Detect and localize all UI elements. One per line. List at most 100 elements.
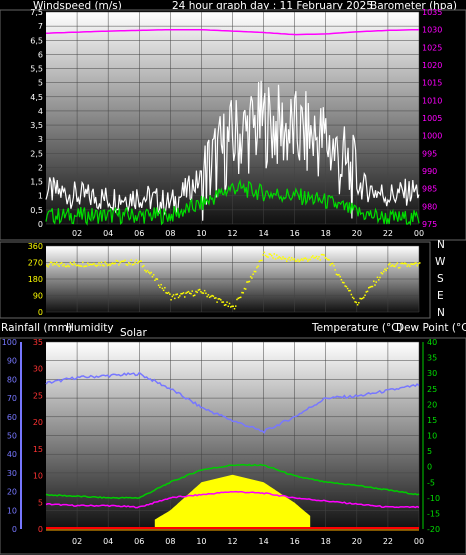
direction-point bbox=[177, 296, 180, 299]
direction-point bbox=[284, 257, 287, 260]
humidity-y-tick: 20 bbox=[7, 488, 17, 497]
direction-point bbox=[254, 270, 257, 273]
direction-point bbox=[382, 270, 385, 273]
direction-panel: 0 90 180 270 360 bbox=[0, 241, 431, 319]
barometer-y-tick: 1030 bbox=[422, 26, 442, 35]
wind-x-tick: 18 bbox=[321, 229, 331, 238]
barometer-y-tick: 1010 bbox=[422, 96, 442, 105]
direction-point bbox=[136, 262, 139, 264]
direction-point bbox=[174, 297, 176, 300]
wind-x-tick: 08 bbox=[165, 229, 175, 238]
direction-point bbox=[416, 264, 419, 267]
direction-point bbox=[99, 264, 101, 267]
direction-point bbox=[279, 257, 282, 259]
dewpoint-label: Dew Point (°C) bbox=[396, 322, 466, 334]
wind-x-tick: 16 bbox=[290, 229, 300, 238]
direction-point bbox=[285, 260, 288, 262]
direction-point bbox=[405, 263, 407, 265]
direction-point bbox=[114, 262, 116, 265]
direction-point bbox=[328, 259, 330, 261]
direction-point bbox=[363, 296, 365, 299]
direction-point bbox=[312, 255, 314, 257]
climate-x-tick: 16 bbox=[290, 537, 300, 546]
rainfall-label: Rainfall (mm) bbox=[1, 322, 72, 334]
humidity-y-tick: 60 bbox=[7, 413, 17, 422]
barometer-y-tick: 985 bbox=[422, 185, 437, 194]
humidity-y-tick: 0 bbox=[12, 525, 17, 534]
humidity-y-tick: 70 bbox=[7, 394, 17, 403]
climate-x-tick: 20 bbox=[352, 537, 362, 546]
temp-y-tick: -10 bbox=[427, 494, 440, 503]
direction-point bbox=[276, 254, 278, 256]
direction-point bbox=[244, 288, 247, 290]
direction-point bbox=[87, 262, 89, 265]
direction-point bbox=[182, 292, 185, 294]
direction-point bbox=[256, 266, 258, 269]
direction-point bbox=[52, 264, 54, 266]
direction-point bbox=[48, 263, 50, 266]
direction-point bbox=[386, 267, 389, 270]
compass-n-top: N bbox=[437, 239, 445, 251]
direction-point bbox=[366, 290, 369, 293]
direction-point bbox=[129, 263, 131, 265]
direction-point bbox=[295, 260, 298, 262]
temp-y-tick: -20 bbox=[427, 525, 440, 534]
direction-point bbox=[333, 264, 335, 267]
direction-point bbox=[371, 285, 374, 288]
direction-point bbox=[396, 262, 399, 264]
direction-point bbox=[69, 261, 72, 264]
barometer-y-tick: 995 bbox=[422, 149, 437, 158]
direction-point bbox=[58, 265, 60, 267]
direction-point bbox=[126, 264, 129, 266]
direction-point bbox=[288, 256, 290, 259]
direction-point bbox=[154, 279, 156, 281]
climate-panel: 010203040506070809010005101520253035-20-… bbox=[0, 337, 466, 555]
direction-y-tick: 360 bbox=[28, 242, 43, 251]
direction-point bbox=[133, 263, 135, 266]
direction-point bbox=[203, 289, 206, 292]
direction-point bbox=[261, 259, 263, 262]
barometer-y-tick: 1035 bbox=[422, 8, 442, 17]
direction-point bbox=[381, 272, 384, 275]
wind-x-tick: 20 bbox=[352, 229, 362, 238]
temp-y-tick: -5 bbox=[427, 478, 435, 487]
direction-point bbox=[159, 286, 161, 289]
humidity-y-tick: 10 bbox=[7, 506, 17, 515]
direction-point bbox=[297, 258, 299, 261]
direction-point bbox=[415, 262, 417, 264]
direction-point bbox=[287, 258, 289, 260]
direction-point bbox=[124, 259, 126, 262]
rain-y-tick: 20 bbox=[33, 418, 43, 427]
temp-y-tick: 30 bbox=[427, 369, 437, 378]
direction-point bbox=[407, 264, 410, 266]
humidity-y-tick: 90 bbox=[7, 357, 17, 366]
temp-y-tick: 20 bbox=[427, 400, 437, 409]
direction-point bbox=[212, 295, 215, 297]
wind-x-tick: 12 bbox=[227, 229, 237, 238]
climate-x-tick: 08 bbox=[165, 537, 175, 546]
wind-y-tick: 5 bbox=[38, 79, 43, 88]
direction-point bbox=[394, 265, 396, 268]
direction-point bbox=[85, 265, 88, 267]
solar-label: Solar bbox=[120, 327, 147, 339]
direction-point bbox=[162, 289, 165, 292]
direction-point bbox=[179, 295, 181, 297]
wind-x-tick: 14 bbox=[258, 229, 268, 238]
wind-y-tick: 1,5 bbox=[30, 178, 43, 187]
direction-point bbox=[269, 253, 272, 256]
climate-x-tick: 10 bbox=[196, 537, 206, 546]
direction-point bbox=[323, 254, 325, 256]
direction-point bbox=[346, 287, 349, 290]
compass-n-bottom: N bbox=[437, 307, 445, 319]
direction-point bbox=[72, 264, 74, 266]
barometer-y-tick: 1025 bbox=[422, 43, 442, 52]
direction-y-tick: 90 bbox=[33, 292, 43, 301]
direction-point bbox=[191, 290, 193, 292]
direction-point bbox=[161, 287, 164, 290]
direction-point bbox=[340, 278, 343, 281]
direction-point bbox=[157, 284, 160, 287]
wind-y-tick: 6 bbox=[38, 50, 43, 59]
climate-x-tick: 12 bbox=[227, 537, 237, 546]
wind-y-tick: 3,5 bbox=[30, 121, 43, 130]
direction-point bbox=[222, 301, 225, 303]
